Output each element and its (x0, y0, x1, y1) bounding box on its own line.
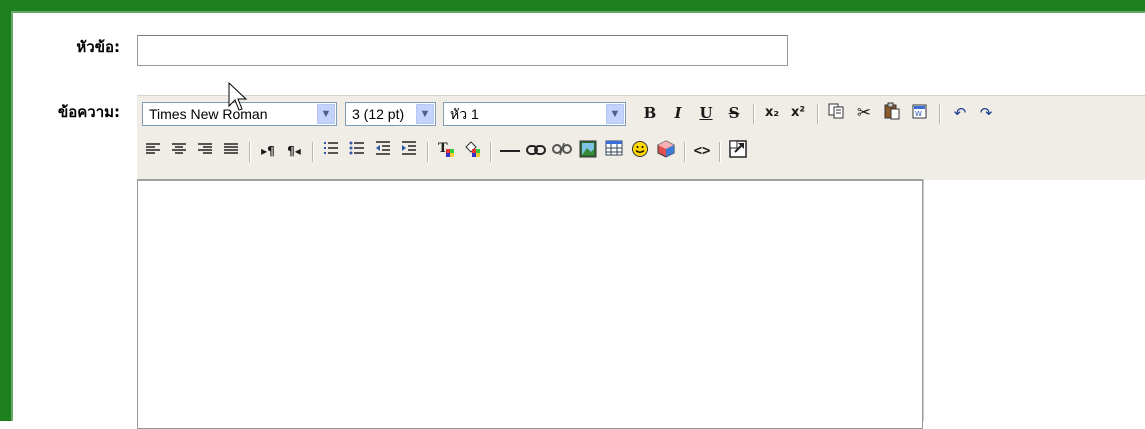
paste-from-word-icon[interactable]: W (909, 102, 931, 124)
unlink-icon[interactable] (551, 140, 573, 162)
toolbar-row-1: Times New Roman ▼ 3 (12 pt) ▼ หัว 1 ▼ B … (137, 102, 1145, 130)
html-source-button[interactable]: <> (691, 140, 713, 162)
align-right-icon[interactable] (194, 140, 216, 162)
frame-left-border (0, 0, 11, 421)
bold-button[interactable]: B (639, 102, 661, 124)
undo-icon[interactable]: ↶ (949, 102, 971, 124)
paste-icon[interactable] (881, 102, 903, 124)
frame-top-border (0, 0, 1145, 11)
svg-text:W: W (915, 110, 922, 118)
redo-icon[interactable]: ↷ (975, 102, 997, 124)
toolbar-separator (753, 104, 755, 124)
mouse-pointer-icon (228, 81, 250, 112)
unordered-list-icon[interactable] (346, 140, 368, 162)
align-center-icon[interactable] (168, 140, 190, 162)
align-left-icon[interactable] (142, 140, 164, 162)
size-select[interactable]: 3 (12 pt) ▼ (345, 102, 436, 126)
special-char-icon[interactable] (655, 140, 677, 162)
background-color-icon[interactable] (461, 140, 483, 162)
superscript-button[interactable]: x² (787, 102, 809, 124)
toolbar-separator (249, 142, 251, 162)
message-label: ข้อความ: (57, 103, 120, 121)
message-editor-area[interactable] (137, 179, 923, 429)
rtl-button[interactable]: ¶◂ (283, 140, 305, 162)
image-icon[interactable] (577, 140, 599, 162)
underline-button[interactable]: U (695, 102, 717, 124)
text-color-icon[interactable]: T (435, 140, 457, 162)
link-icon[interactable] (525, 140, 547, 162)
ordered-list-icon[interactable] (320, 140, 342, 162)
toolbar-separator (312, 142, 314, 162)
fullscreen-icon[interactable] (727, 140, 749, 162)
editor-toolbar: Times New Roman ▼ 3 (12 pt) ▼ หัว 1 ▼ B … (137, 95, 1145, 180)
indent-icon[interactable] (398, 140, 420, 162)
format-select[interactable]: หัว 1 ▼ (443, 102, 626, 126)
toolbar-separator (817, 104, 819, 124)
table-icon[interactable] (603, 140, 625, 162)
toolbar-row-2: ▸¶ ¶◂ T <> (137, 140, 1145, 168)
chevron-down-icon[interactable]: ▼ (317, 104, 335, 124)
toolbar-separator (684, 142, 686, 162)
scissors-icon[interactable]: ✂ (853, 102, 875, 124)
frame-inner-left (11, 11, 13, 421)
toolbar-separator (490, 142, 492, 162)
smiley-icon[interactable] (629, 140, 651, 162)
copy-icon[interactable] (825, 102, 847, 124)
outdent-icon[interactable] (372, 140, 394, 162)
subscript-button[interactable]: x₂ (761, 102, 783, 124)
chevron-down-icon[interactable]: ▼ (606, 104, 624, 124)
ltr-button[interactable]: ▸¶ (257, 140, 279, 162)
strikethrough-button[interactable]: S (723, 102, 745, 124)
toolbar-separator (939, 104, 941, 124)
format-select-value: หัว 1 (450, 106, 479, 122)
toolbar-separator (427, 142, 429, 162)
subject-input[interactable] (137, 35, 788, 66)
italic-button[interactable]: I (667, 102, 689, 124)
horizontal-rule-icon[interactable] (497, 140, 523, 162)
chevron-down-icon[interactable]: ▼ (416, 104, 434, 124)
editor-right-divider (923, 179, 924, 421)
toolbar-separator (719, 142, 721, 162)
subject-label: หัวข้อ: (76, 38, 120, 56)
size-select-value: 3 (12 pt) (352, 106, 405, 122)
align-justify-icon[interactable] (220, 140, 242, 162)
frame-inner-top (11, 11, 1145, 13)
